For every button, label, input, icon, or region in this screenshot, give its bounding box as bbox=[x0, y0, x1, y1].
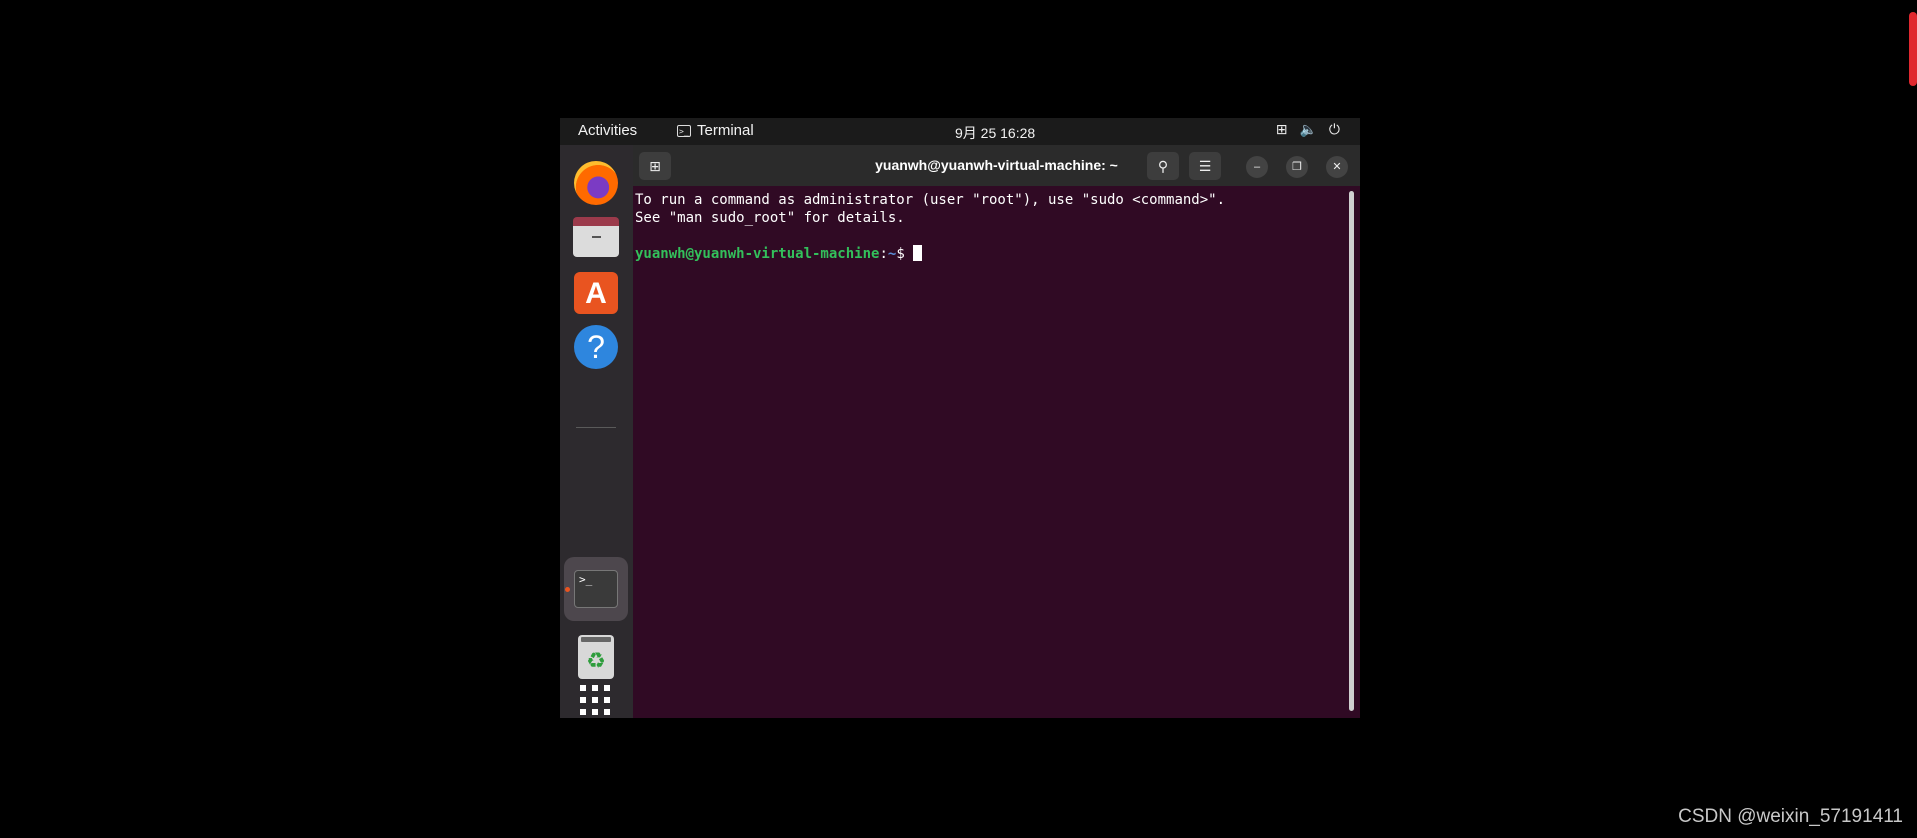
app-menu[interactable]: >_ Terminal bbox=[677, 122, 754, 139]
dock: A ? >_ ♻ bbox=[560, 145, 633, 718]
trash-icon: ♻ bbox=[578, 635, 614, 679]
dock-item-help[interactable]: ? bbox=[566, 317, 626, 377]
search-button[interactable]: ⚲ bbox=[1147, 152, 1179, 180]
hamburger-menu-icon: ☰ bbox=[1198, 158, 1212, 174]
firefox-icon bbox=[574, 161, 618, 205]
close-icon: ✕ bbox=[1332, 161, 1342, 173]
show-apps-icon[interactable] bbox=[580, 685, 610, 715]
desktop-screen: Activities >_ Terminal 9月 25 16:28 ⊞ 🔈 ⏻… bbox=[560, 118, 1360, 718]
scrollbar[interactable] bbox=[1349, 191, 1354, 711]
prompt-symbol: $ bbox=[896, 246, 914, 262]
prompt-line[interactable]: yuanwh@yuanwh-virtual-machine:~$ bbox=[635, 245, 1335, 263]
prompt-user-host: yuanwh@yuanwh-virtual-machine bbox=[635, 246, 880, 262]
activities-button[interactable]: Activities bbox=[578, 122, 637, 139]
power-icon[interactable]: ⏻ bbox=[1329, 121, 1340, 138]
prompt-separator: : bbox=[879, 246, 888, 262]
dock-item-files[interactable] bbox=[566, 207, 626, 267]
top-bar: Activities >_ Terminal 9月 25 16:28 ⊞ 🔈 ⏻ bbox=[560, 118, 1360, 145]
restore-icon: ❐ bbox=[1292, 161, 1302, 173]
dock-separator bbox=[576, 427, 616, 428]
dock-item-terminal[interactable]: >_ bbox=[566, 559, 626, 619]
terminal-window[interactable]: ⊞ yuanwh@yuanwh-virtual-machine: ~ ⚲ ☰ –… bbox=[633, 145, 1360, 718]
clock[interactable]: 9月 25 16:28 bbox=[955, 123, 1035, 143]
close-button[interactable]: ✕ bbox=[1326, 156, 1348, 178]
output-line: To run a command as administrator (user … bbox=[635, 192, 1226, 208]
edge-marker bbox=[1909, 12, 1917, 86]
volume-icon[interactable]: 🔈 bbox=[1299, 121, 1316, 138]
app-store-icon: A bbox=[574, 272, 618, 314]
system-tray[interactable]: ⊞ 🔈 ⏻ bbox=[1276, 121, 1340, 138]
text-cursor bbox=[913, 245, 923, 261]
dock-item-trash[interactable]: ♻ bbox=[566, 627, 626, 687]
dock-item-firefox[interactable] bbox=[566, 153, 626, 213]
app-menu-label: Terminal bbox=[697, 122, 754, 139]
terminal-app-icon: >_ bbox=[677, 124, 691, 137]
minimize-icon: – bbox=[1253, 161, 1261, 173]
terminal-icon: >_ bbox=[574, 570, 618, 608]
files-icon bbox=[573, 217, 619, 257]
watermark: CSDN @weixin_57191411 bbox=[1678, 806, 1903, 827]
dock-item-app-store[interactable]: A bbox=[566, 263, 626, 323]
maximize-button[interactable]: ❐ bbox=[1286, 156, 1308, 178]
output-line: See "man sudo_root" for details. bbox=[635, 210, 905, 226]
terminal-output[interactable]: To run a command as administrator (user … bbox=[635, 191, 1335, 263]
terminal-headerbar: ⊞ yuanwh@yuanwh-virtual-machine: ~ ⚲ ☰ –… bbox=[633, 145, 1360, 186]
minimize-button[interactable]: – bbox=[1246, 156, 1268, 178]
search-icon: ⚲ bbox=[1157, 158, 1169, 174]
menu-button[interactable]: ☰ bbox=[1189, 152, 1221, 180]
network-icon[interactable]: ⊞ bbox=[1276, 121, 1288, 138]
help-icon: ? bbox=[574, 325, 618, 369]
